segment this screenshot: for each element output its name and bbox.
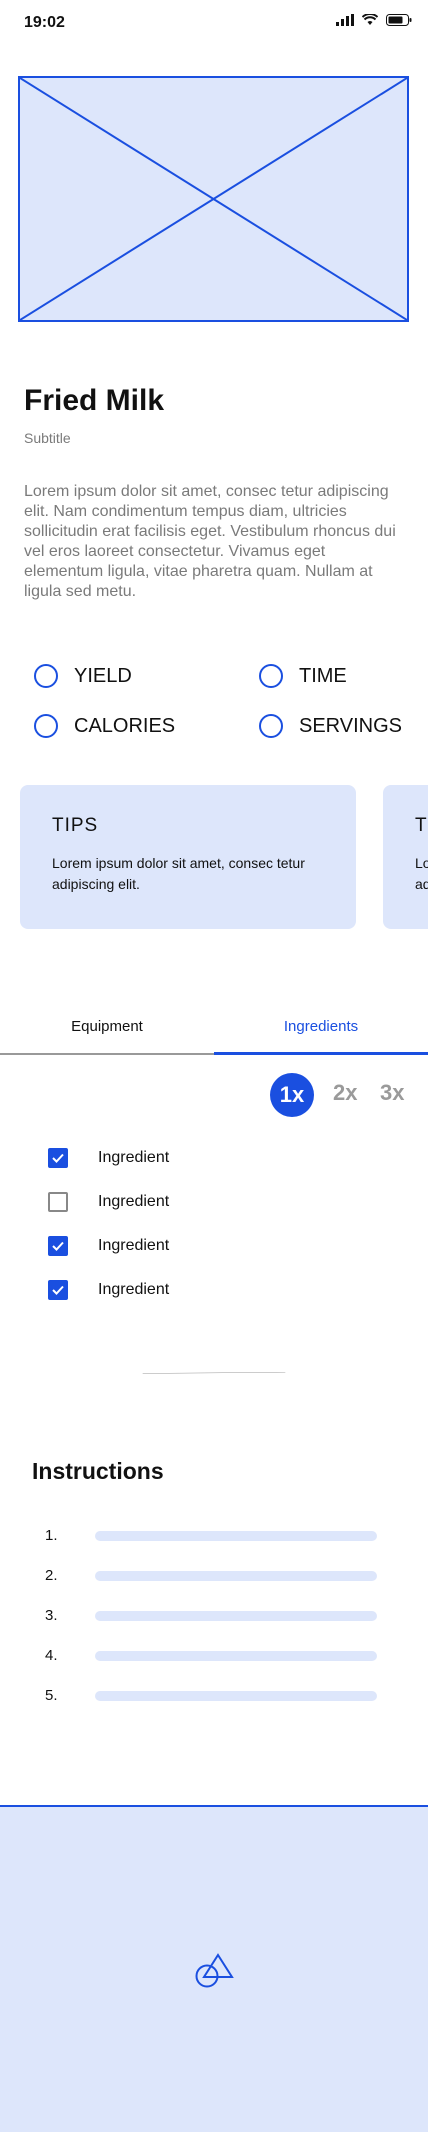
scale-1x-button[interactable]: 1x (270, 1073, 314, 1117)
instruction-step: 1. (45, 1527, 377, 1544)
ingredient-label: Ingredient (98, 1237, 170, 1254)
stat-label: YIELD (74, 664, 132, 687)
status-time: 19:02 (24, 14, 65, 31)
section-divider (142, 1372, 286, 1374)
ingredient-label: Ingredient (98, 1149, 170, 1166)
shapes-icon (195, 1953, 234, 1988)
step-text-placeholder (95, 1610, 377, 1621)
radio-circle-icon (34, 714, 58, 738)
ingredient-item[interactable]: Ingredient (48, 1192, 169, 1212)
footer-placeholder (0, 1805, 428, 2132)
tab-underline (0, 1053, 214, 1055)
scale-2x-button[interactable]: 2x (333, 1080, 357, 1106)
tab-ingredients[interactable]: Ingredients (214, 1018, 428, 1035)
wifi-icon (362, 14, 378, 25)
tab-active-underline (214, 1052, 428, 1055)
step-text-placeholder (95, 1650, 377, 1661)
ingredient-label: Ingredient (98, 1193, 170, 1210)
ingredient-item[interactable]: Ingredient (48, 1280, 169, 1300)
scale-3x-button[interactable]: 3x (380, 1080, 404, 1106)
instruction-step: 4. (45, 1647, 377, 1664)
tip-card[interactable]: TIPS Lorem ipsum dolor sit amet, consec … (20, 785, 356, 929)
tip-body: Lorem ipsum dolor sit amet, consec tetur… (52, 855, 305, 892)
checkbox-checked-icon[interactable] (48, 1280, 68, 1300)
ingredient-label: Ingredient (98, 1281, 170, 1298)
recipe-description: Lorem ipsum dolor sit amet, consec tetur… (24, 483, 396, 600)
stat-servings[interactable]: SERVINGS (259, 714, 402, 738)
stat-label: TIME (299, 664, 347, 687)
checkbox-unchecked-icon[interactable] (48, 1192, 68, 1212)
step-number: 2. (45, 1567, 58, 1584)
tip-title: TIPS (415, 815, 428, 836)
stat-yield[interactable]: YIELD (34, 664, 132, 688)
recipe-subtitle: Subtitle (24, 430, 71, 446)
instruction-step: 5. (45, 1687, 377, 1704)
step-text-placeholder (95, 1690, 377, 1701)
radio-circle-icon (259, 714, 283, 738)
tip-title: TIPS (52, 815, 99, 836)
tab-equipment[interactable]: Equipment (0, 1018, 214, 1035)
step-number: 4. (45, 1647, 58, 1664)
radio-circle-icon (34, 664, 58, 688)
instructions-title: Instructions (32, 1458, 164, 1484)
step-number: 3. (45, 1607, 58, 1624)
instruction-step: 3. (45, 1607, 377, 1624)
signal-icon (336, 14, 354, 26)
stat-calories[interactable]: CALORIES (34, 714, 175, 738)
step-number: 1. (45, 1527, 58, 1544)
ingredient-item[interactable]: Ingredient (48, 1236, 169, 1256)
stat-label: CALORIES (74, 714, 176, 737)
status-icons (336, 14, 412, 26)
battery-icon (386, 14, 412, 26)
step-text-placeholder (95, 1530, 377, 1541)
instruction-step: 2. (45, 1567, 377, 1584)
stat-label: SERVINGS (299, 714, 402, 737)
radio-circle-icon (259, 664, 283, 688)
step-text-placeholder (95, 1570, 377, 1581)
tip-card-next[interactable]: TIPS Lorem ipsum dolor sit amet, consec … (383, 785, 428, 929)
stat-time[interactable]: TIME (259, 664, 347, 688)
step-number: 5. (45, 1687, 58, 1704)
hero-image-placeholder (18, 76, 409, 322)
tip-body: Lorem ipsum dolor sit amet, consec tetur… (415, 855, 428, 892)
recipe-title: Fried Milk (24, 384, 165, 417)
checkbox-checked-icon[interactable] (48, 1148, 68, 1168)
checkbox-checked-icon[interactable] (48, 1236, 68, 1256)
ingredient-item[interactable]: Ingredient (48, 1148, 169, 1168)
